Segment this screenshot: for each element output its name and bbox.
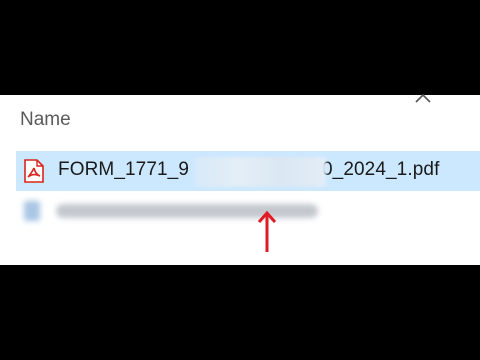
blurred-file-row[interactable] [24, 198, 324, 224]
blurred-file-icon [24, 201, 40, 221]
chevron-up-icon[interactable] [414, 92, 432, 104]
redaction-blur [194, 157, 326, 187]
file-name-prefix: FORM_1771_9 [58, 159, 190, 180]
name-column-header[interactable]: Name [20, 109, 71, 131]
blurred-file-name [56, 204, 318, 218]
file-name-suffix: 0_2024_1.pdf [322, 159, 440, 180]
pdf-file-icon [24, 159, 44, 183]
red-arrow-up-icon [257, 210, 277, 252]
